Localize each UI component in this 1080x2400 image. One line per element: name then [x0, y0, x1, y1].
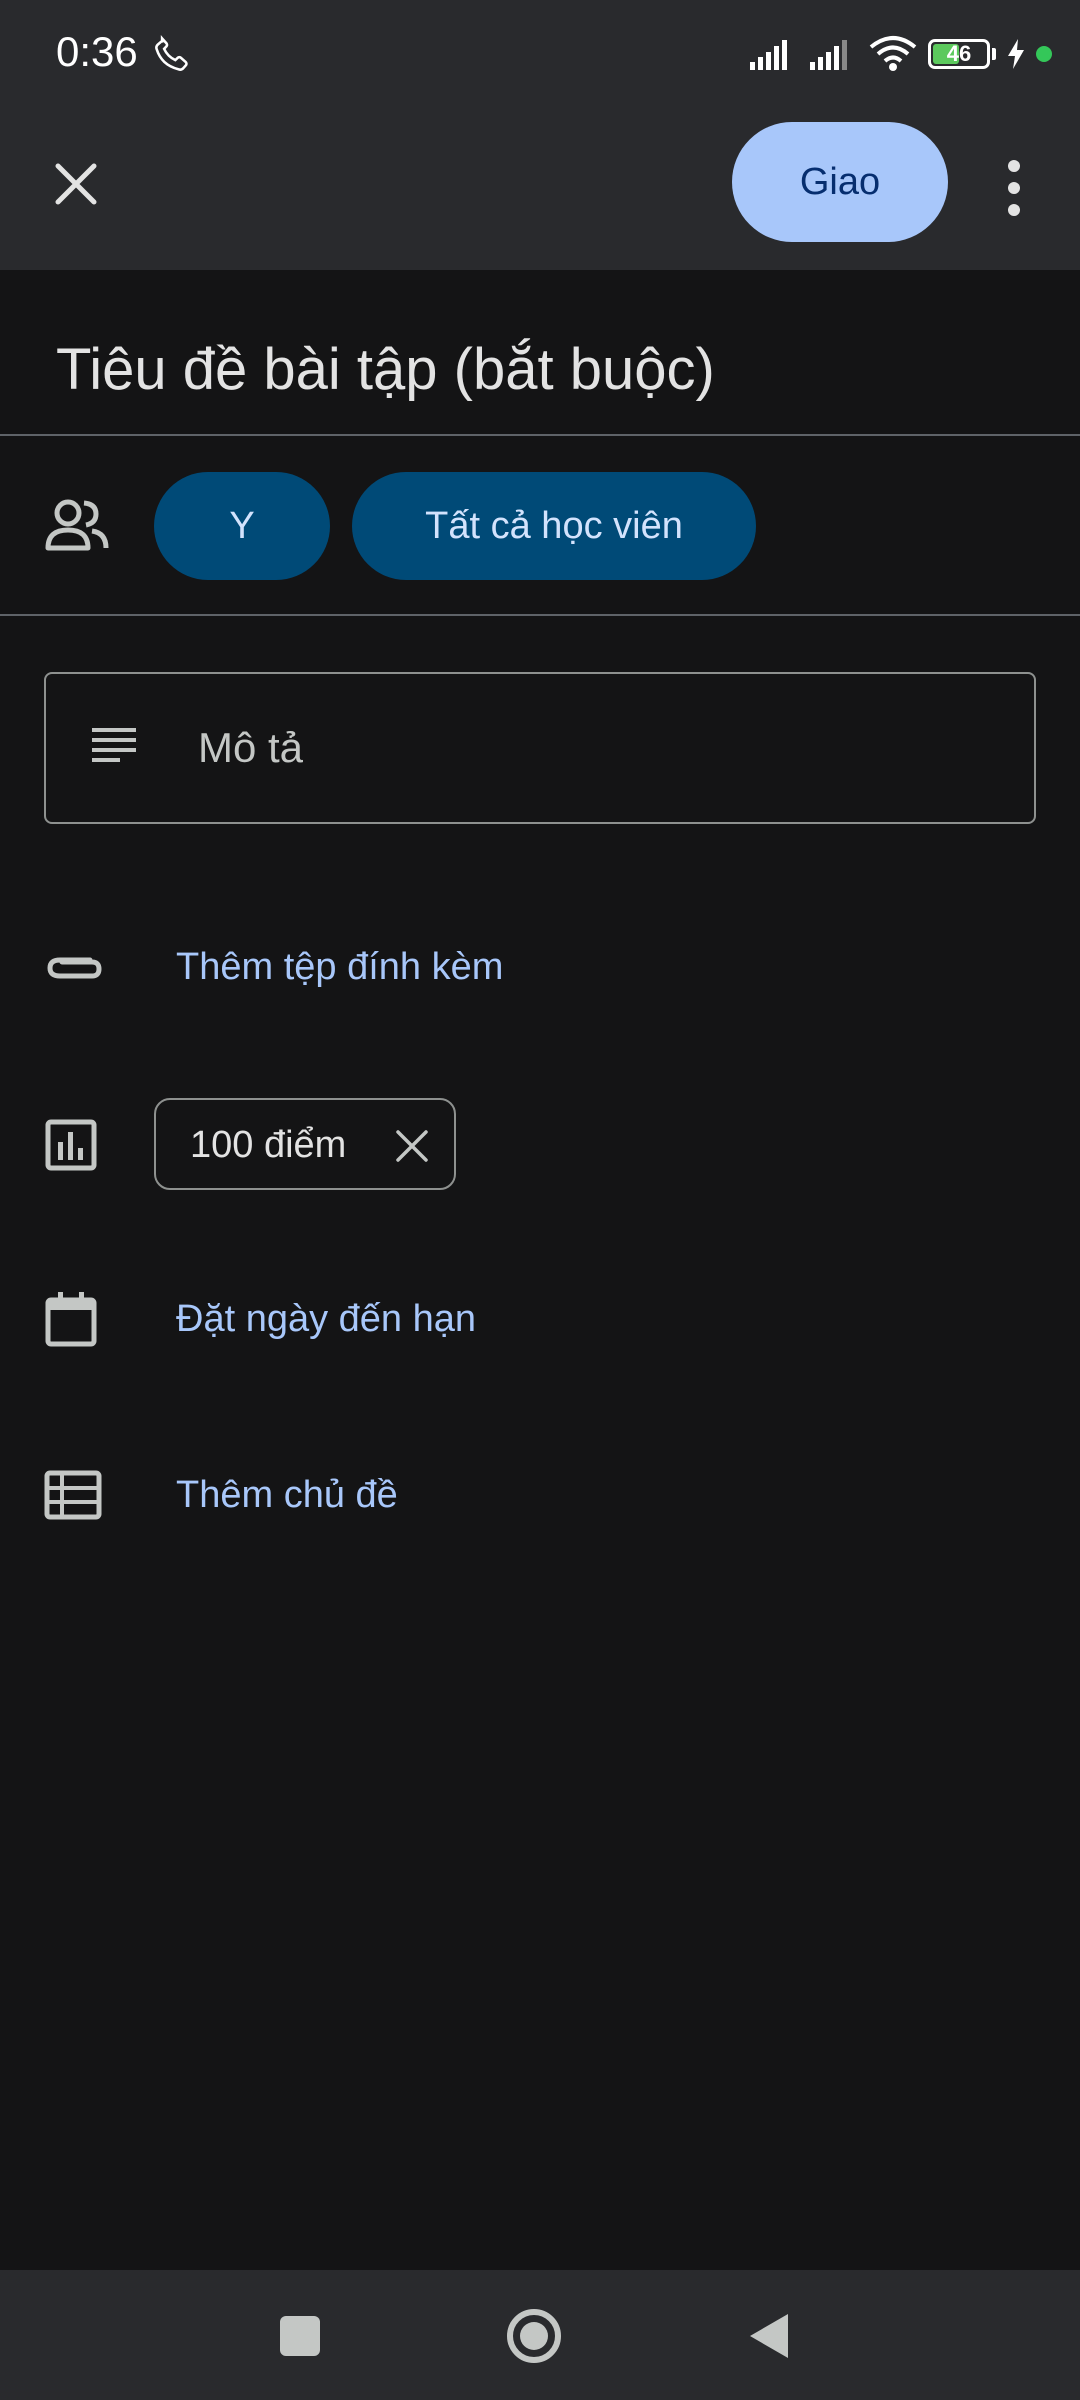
students-chip[interactable]: Tất cả học viên: [352, 472, 756, 580]
more-vert-icon[interactable]: [990, 152, 1038, 224]
class-chip[interactable]: Y: [154, 472, 330, 580]
assign-button[interactable]: Giao: [732, 122, 948, 242]
status-icons: 46: [748, 28, 1052, 80]
bar-chart-icon: [45, 1119, 97, 1171]
signal-icon: [810, 40, 847, 70]
add-attachment-link[interactable]: Thêm tệp đính kèm: [176, 946, 503, 989]
signal-icon: [750, 40, 787, 70]
back-button[interactable]: [746, 2310, 792, 2362]
battery-level: 46: [946, 41, 972, 66]
recents-button[interactable]: [276, 2312, 324, 2360]
description-placeholder: Mô tả: [198, 724, 304, 771]
add-topic-link[interactable]: Thêm chủ đề: [176, 1474, 398, 1517]
topic-icon: [44, 1470, 102, 1520]
clear-icon[interactable]: [392, 1126, 432, 1166]
battery-icon: 46: [928, 39, 990, 69]
people-icon: [45, 499, 109, 551]
description-field[interactable]: Mô tả: [44, 672, 1036, 824]
points-chip[interactable]: 100 điểm: [154, 1098, 456, 1190]
paperclip-icon: [47, 957, 102, 979]
title-placeholder: Tiêu đề bài tập (bắt buộc): [56, 337, 715, 402]
dot-indicator: [1036, 46, 1052, 62]
calendar-icon: [45, 1292, 97, 1347]
home-button[interactable]: [504, 2306, 564, 2366]
top-app-bar: Giao: [0, 108, 1080, 270]
close-icon[interactable]: [44, 152, 108, 216]
set-due-date-link[interactable]: Đặt ngày đến hạn: [176, 1298, 476, 1341]
status-time: 0:36: [56, 28, 138, 75]
notes-icon: [92, 728, 136, 762]
charging-icon: [1008, 39, 1024, 69]
status-bar: 0:36 46: [0, 0, 1080, 108]
wifi-icon: [869, 36, 917, 71]
phone-icon: [155, 35, 188, 71]
navigation-bar: [0, 2270, 1080, 2400]
title-field[interactable]: Tiêu đề bài tập (bắt buộc): [0, 270, 1080, 436]
recipients-row: Y Tất cả học viên: [0, 436, 1080, 616]
points-label: 100 điểm: [190, 1124, 347, 1166]
